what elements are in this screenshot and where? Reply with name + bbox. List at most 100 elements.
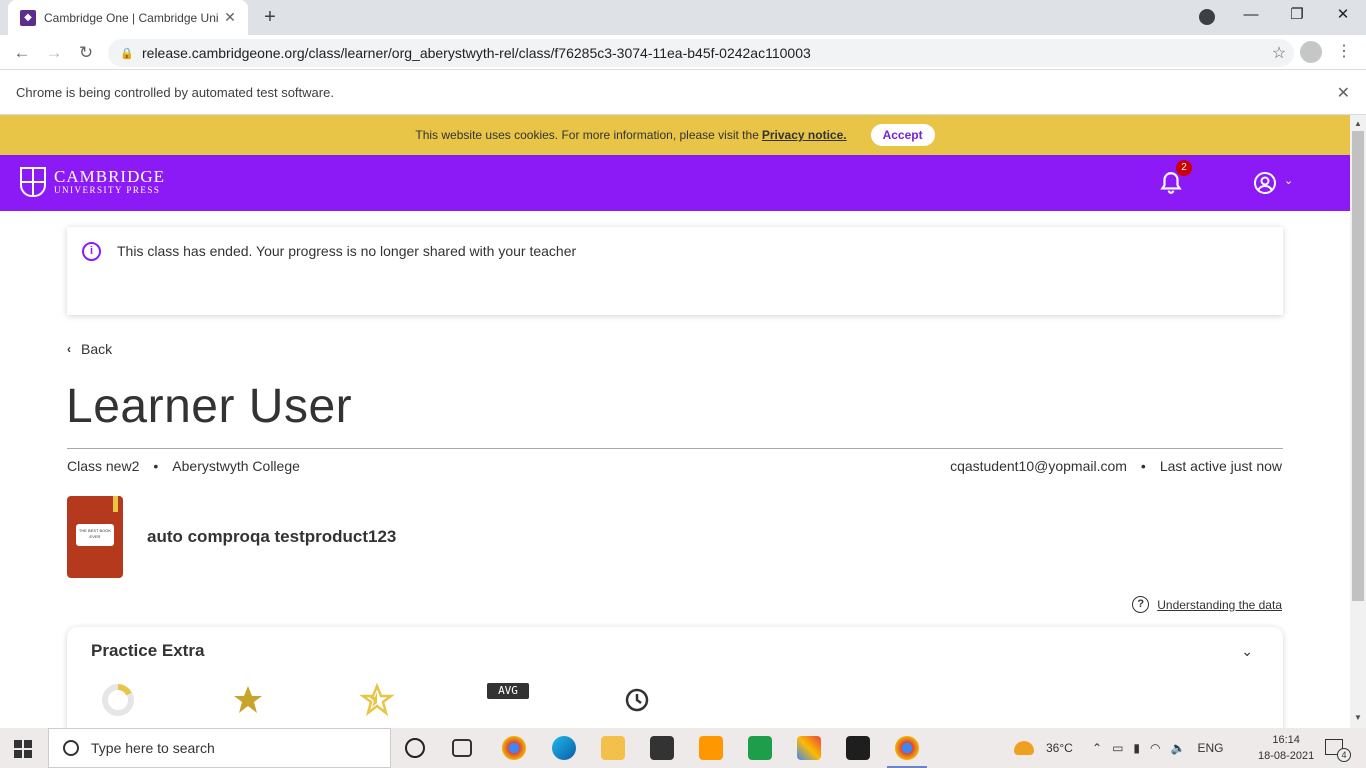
taskbar-clock[interactable]: 16:14 18-08-2021	[1258, 732, 1314, 764]
separator-dot: •	[1140, 458, 1146, 474]
clock-icon	[625, 688, 649, 712]
bookmark-ribbon	[113, 496, 118, 512]
card-title: Practice Extra	[91, 641, 205, 660]
back-arrow-icon[interactable]: ←	[10, 41, 34, 65]
store-icon[interactable]	[650, 736, 674, 760]
lock-icon: 🔒	[120, 47, 134, 60]
clock-date: 18-08-2021	[1258, 750, 1315, 762]
browser-toolbar: ← → ↻ 🔒 release.cambridgeone.org/class/l…	[0, 35, 1366, 70]
half-star-icon	[360, 683, 394, 717]
user-profile-icon[interactable]	[1253, 171, 1277, 195]
weather-widget[interactable]: 36°C	[1014, 728, 1073, 768]
progress-ring-icon	[102, 684, 134, 716]
reload-icon[interactable]: ↻	[74, 41, 98, 65]
bookmark-star-icon[interactable]: ☆	[1264, 43, 1294, 63]
cambridge-logo[interactable]: CAMBRIDGE UNIVERSITY PRESS	[20, 167, 165, 197]
class-name: Class new2	[67, 458, 140, 474]
tab-close-icon[interactable]: ✕	[222, 9, 238, 26]
privacy-notice-link[interactable]: Privacy notice.	[762, 128, 847, 142]
clock-time: 16:14	[1272, 734, 1300, 746]
infobar-close-icon[interactable]: ✕	[1337, 83, 1350, 103]
product-name: auto comproqa testproduct123	[147, 527, 397, 546]
app-icon[interactable]	[797, 736, 821, 760]
divider	[67, 448, 1283, 449]
browser-tab[interactable]: ◆ Cambridge One | Cambridge Uni ✕	[8, 0, 248, 35]
weather-icon	[1014, 741, 1034, 755]
info-icon: i	[82, 242, 101, 261]
new-tab-button[interactable]: +	[258, 5, 282, 29]
class-meta: Class new2 • Aberystwyth College	[67, 458, 300, 474]
file-explorer-icon[interactable]	[601, 736, 625, 760]
sublime-icon[interactable]	[699, 736, 723, 760]
language-indicator[interactable]: ENG	[1197, 741, 1223, 755]
chrome-active-icon[interactable]	[887, 736, 927, 768]
windows-taskbar: Type here to search 36°C ⌃ ▭ ▮ ◠ 🔈 ENG 1…	[0, 728, 1366, 768]
terminal-icon[interactable]	[846, 736, 870, 760]
menu-kebab-icon[interactable]: ⋮	[1336, 41, 1352, 61]
search-icon	[63, 740, 79, 756]
infobar-text: Chrome is being controlled by automated …	[16, 85, 334, 100]
restore-button[interactable]: ❐	[1274, 0, 1320, 32]
book-plate: THE BEST BOOK EVER	[76, 524, 114, 546]
practice-extra-card: Practice Extra ⌄ AVG	[67, 627, 1283, 728]
cookie-accept-button[interactable]: Accept	[870, 124, 935, 146]
back-link[interactable]: ‹ Back	[67, 341, 112, 357]
search-placeholder: Type here to search	[91, 740, 215, 756]
learner-email: cqastudent10@yopmail.com	[950, 458, 1127, 474]
page-viewport: This website uses cookies. For more info…	[0, 115, 1350, 728]
address-bar[interactable]: 🔒 release.cambridgeone.org/class/learner…	[108, 39, 1294, 67]
product-book-cover: THE BEST BOOK EVER	[67, 496, 123, 578]
scrollbar-thumb[interactable]	[1352, 131, 1364, 601]
chevron-left-icon: ‹	[67, 342, 71, 356]
chat-icon[interactable]	[748, 736, 772, 760]
taskbar-search-box[interactable]: Type here to search	[48, 728, 391, 768]
edge-icon[interactable]	[552, 736, 576, 760]
scroll-down-icon[interactable]: ▼	[1354, 713, 1362, 722]
question-icon: ?	[1132, 596, 1150, 613]
cortana-icon[interactable]	[405, 738, 425, 758]
class-ended-notice: i This class has ended. Your progress is…	[67, 227, 1283, 315]
task-view-icon[interactable]	[452, 739, 472, 757]
close-window-button[interactable]: ✕	[1320, 0, 1366, 32]
forward-arrow-icon[interactable]: →	[42, 41, 66, 65]
browser-tab-strip: ◆ Cambridge One | Cambridge Uni ✕ + — ❐ …	[0, 0, 1366, 35]
volume-icon[interactable]: 🔈	[1171, 741, 1186, 755]
understanding-label: Understanding the data	[1157, 597, 1282, 612]
cambridge-favicon-icon: ◆	[20, 9, 36, 26]
last-active: Last active just now	[1159, 458, 1282, 474]
action-center-icon[interactable]: 4	[1325, 739, 1351, 762]
back-label: Back	[81, 341, 113, 357]
wifi-icon[interactable]: ◠	[1150, 741, 1160, 755]
learner-name: Learner User	[66, 380, 353, 433]
learner-meta: cqastudent10@yopmail.com • Last active jus…	[950, 458, 1282, 474]
site-header: CAMBRIDGE UNIVERSITY PRESS ⌄	[0, 155, 1350, 211]
cookie-text: This website uses cookies. For more info…	[415, 128, 759, 142]
tray-icons[interactable]: ⌃ ▭ ▮ ◠ 🔈 ENG	[1092, 728, 1223, 768]
shield-icon	[20, 167, 46, 197]
battery-icon[interactable]: ▮	[1133, 741, 1140, 755]
url-text: release.cambridgeone.org/class/learner/o…	[142, 45, 811, 61]
automation-infobar: Chrome is being controlled by automated …	[0, 71, 1366, 115]
brand-line1: CAMBRIDGE	[54, 167, 166, 186]
chevron-down-icon[interactable]: ⌄	[1284, 174, 1293, 187]
action-center-badge: 4	[1337, 748, 1351, 762]
chevron-up-icon[interactable]: ⌃	[1092, 741, 1102, 755]
understanding-data-link[interactable]: ? Understanding the data	[1132, 596, 1282, 613]
windows-start-icon[interactable]	[14, 740, 32, 758]
scroll-up-icon[interactable]: ▲	[1354, 119, 1362, 128]
tab-search-icon[interactable]	[1199, 9, 1215, 25]
star-icon	[234, 686, 262, 713]
cookie-banner: This website uses cookies. For more info…	[0, 115, 1350, 155]
chrome-icon[interactable]	[502, 736, 526, 760]
tab-title: Cambridge One | Cambridge Uni	[44, 10, 219, 25]
avg-icon: AVG	[487, 683, 529, 717]
notification-badge: 2	[1176, 160, 1192, 176]
account-avatar-icon[interactable]	[1300, 41, 1322, 63]
temperature: 36°C	[1046, 741, 1073, 755]
separator-dot: •	[153, 458, 159, 474]
brand-line2: UNIVERSITY PRESS	[54, 185, 161, 195]
device-icon[interactable]: ▭	[1112, 741, 1123, 755]
expand-chevron-icon[interactable]: ⌄	[1241, 643, 1253, 660]
page-scrollbar[interactable]: ▲ ▼	[1350, 115, 1366, 728]
minimize-button[interactable]: —	[1228, 0, 1274, 32]
